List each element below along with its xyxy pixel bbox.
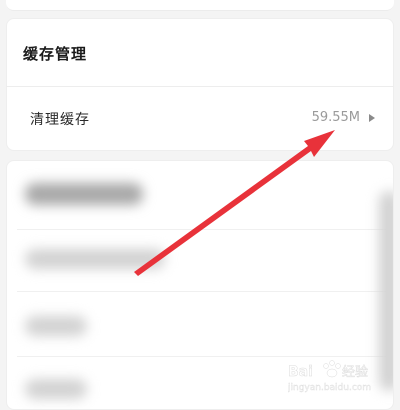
previous-card-edge bbox=[6, 0, 394, 11]
clear-cache-row[interactable]: 清理缓存 59.55M bbox=[6, 87, 394, 150]
blurred-divider bbox=[17, 229, 387, 230]
cache-size-value: 59.55M bbox=[312, 110, 360, 125]
blurred-row-label bbox=[25, 316, 87, 336]
baidu-watermark: Bai 经验 jingyan.baidu.com bbox=[288, 354, 388, 394]
blurred-row-label bbox=[25, 379, 87, 399]
svg-text:经验: 经验 bbox=[342, 364, 368, 380]
cache-management-title: 缓存管理 bbox=[23, 43, 87, 64]
svg-text:Bai: Bai bbox=[288, 364, 313, 380]
paw-logo-icon: Bai 经验 jingyan.baidu.com bbox=[288, 354, 388, 394]
blurred-divider bbox=[17, 291, 387, 292]
chevron-right-icon bbox=[369, 114, 375, 122]
blurred-row-label bbox=[25, 249, 165, 269]
blurred-section-title bbox=[25, 183, 143, 205]
clear-cache-label: 清理缓存 bbox=[30, 109, 90, 129]
svg-text:jingyan.baidu.com: jingyan.baidu.com bbox=[288, 383, 371, 393]
